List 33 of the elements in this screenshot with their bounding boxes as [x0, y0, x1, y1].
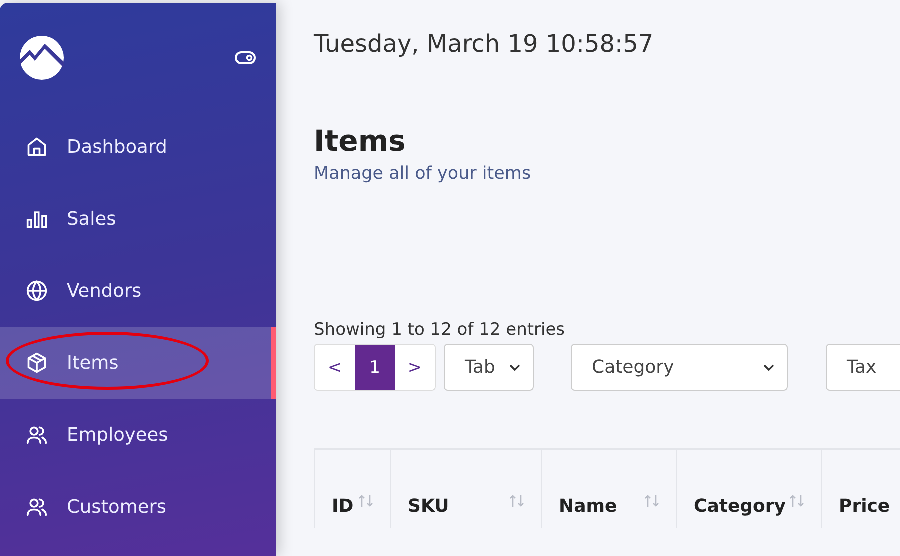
filter-select[interactable]: Tax — [826, 344, 900, 391]
box-icon — [26, 352, 48, 374]
date-time: Tuesday, March 19 10:58:57 — [314, 30, 655, 58]
column-header[interactable]: Category — [676, 450, 821, 528]
sidebar-item[interactable]: Customers — [0, 471, 276, 543]
chevron-icon — [763, 364, 775, 372]
sidebar-item[interactable]: Items — [0, 327, 276, 399]
sidebar-item[interactable]: Sales — [0, 183, 276, 255]
page-button[interactable]: 1 — [355, 345, 395, 390]
mountain-logo — [20, 36, 64, 80]
chevron-icon — [509, 364, 521, 372]
filter-select[interactable]: Category — [571, 344, 788, 391]
filter-select[interactable]: Tab — [444, 344, 534, 391]
sort-icon[interactable] — [644, 494, 660, 508]
column-header[interactable]: SKU — [390, 450, 541, 528]
users-icon — [26, 496, 48, 518]
active-indicator — [271, 327, 276, 399]
sort-icon[interactable] — [509, 494, 525, 508]
users-icon — [26, 424, 48, 446]
sidebar-item[interactable]: Vendors — [0, 255, 276, 327]
home-icon — [26, 136, 48, 158]
sort-icon[interactable] — [358, 494, 374, 508]
page-subtitle: Manage all of your items — [314, 164, 532, 184]
entries-info: Showing 1 to 12 of 12 entries — [314, 320, 566, 340]
sort-icon[interactable] — [789, 494, 805, 508]
sidebar-item[interactable]: Dashboard — [0, 111, 276, 183]
globe-icon — [26, 280, 48, 302]
column-header[interactable]: Name — [541, 450, 676, 528]
column-header[interactable]: Price — [821, 450, 900, 528]
sidebar-item[interactable]: Employees — [0, 399, 276, 471]
column-header[interactable]: ID — [314, 450, 390, 528]
toggle-icon[interactable] — [235, 51, 256, 65]
page-title: Items — [314, 124, 407, 158]
